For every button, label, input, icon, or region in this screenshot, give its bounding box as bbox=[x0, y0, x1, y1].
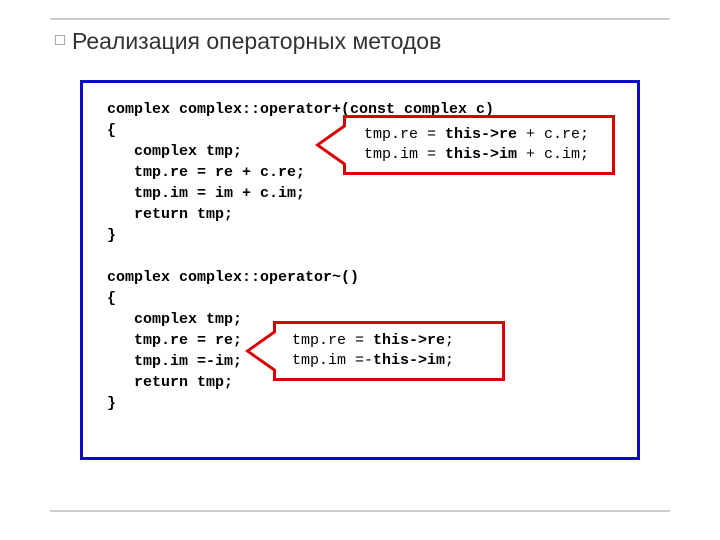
callout-upper: tmp.re = this->re + c.re; tmp.im = this-… bbox=[343, 115, 615, 175]
code-line: complex complex::operator~() bbox=[107, 269, 359, 286]
rule-bottom bbox=[50, 510, 670, 512]
slide-title: Реализация операторных методов bbox=[72, 28, 441, 55]
callout-lower-text: tmp.re = this->re; tmp.im =-this->im; bbox=[292, 331, 454, 371]
code-line: complex tmp; bbox=[107, 311, 242, 328]
code-line: tmp.re = re + c.re; bbox=[107, 164, 305, 181]
code-line: tmp.im =-im; bbox=[107, 353, 242, 370]
slide: Реализация операторных методов complex c… bbox=[0, 0, 720, 540]
rule-top bbox=[50, 18, 670, 20]
callout-lower: tmp.re = this->re; tmp.im =-this->im; bbox=[273, 321, 505, 381]
code-frame: complex complex::operator+(const complex… bbox=[80, 80, 640, 460]
callout-upper-text: tmp.re = this->re + c.re; tmp.im = this-… bbox=[364, 125, 589, 165]
code-line: } bbox=[107, 395, 116, 412]
bullet-box bbox=[55, 35, 65, 45]
code-line: } bbox=[107, 227, 116, 244]
code-line: return tmp; bbox=[107, 206, 233, 223]
code-line: { bbox=[107, 290, 116, 307]
code-line: { bbox=[107, 122, 116, 139]
code-line: tmp.im = im + c.im; bbox=[107, 185, 305, 202]
code-line: complex tmp; bbox=[107, 143, 242, 160]
code-line: return tmp; bbox=[107, 374, 233, 391]
code-line: tmp.re = re; bbox=[107, 332, 242, 349]
